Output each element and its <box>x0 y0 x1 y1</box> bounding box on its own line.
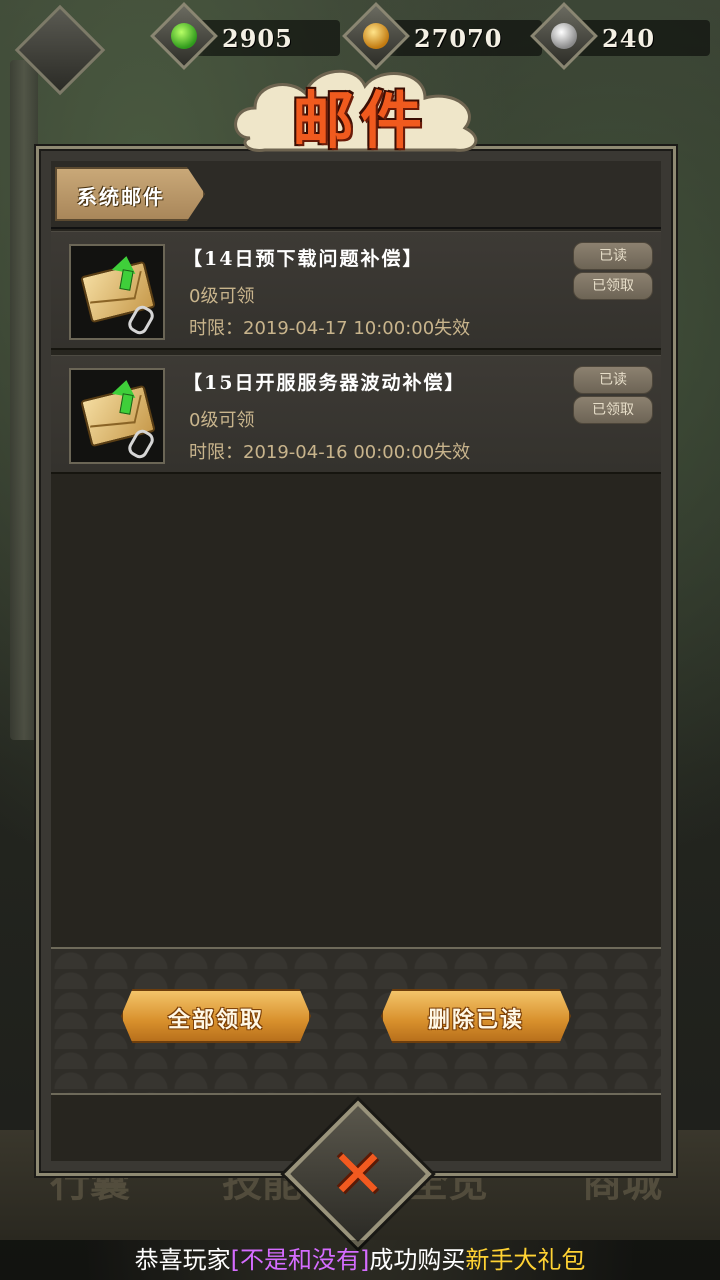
title-banner: 邮件 <box>230 58 490 158</box>
claimed-badge: 已领取 <box>573 272 653 300</box>
green-gem-value: 2905 <box>222 24 293 53</box>
delete-read-label: 删除已读 <box>427 1007 524 1033</box>
silver-coin-icon <box>551 23 577 49</box>
mail-expiry: 时限：2019-04-17 10:00:00失效 <box>189 318 471 339</box>
mail-window-body: 系统邮件 【14日预下载问题补偿】 0级可领 时限：2019-04-17 10:… <box>51 161 661 1161</box>
mail-icon-frame <box>69 368 165 464</box>
mail-item[interactable]: 【15日开服服务器波动补偿】 0级可领 时限：2019-04-16 00:00:… <box>51 355 661 474</box>
claim-all-button[interactable]: 全部领取 <box>121 989 311 1043</box>
mail-level: 0级可领 <box>189 410 255 431</box>
marquee-middle: 成功购买 <box>369 1246 466 1274</box>
green-gem-icon <box>171 23 197 49</box>
mail-window: 系统邮件 【14日预下载问题补偿】 0级可领 时限：2019-04-17 10:… <box>36 146 676 1176</box>
mail-item[interactable]: 【14日预下载问题补偿】 0级可领 时限：2019-04-17 10:00:00… <box>51 231 661 350</box>
mail-expiry: 时限：2019-04-16 00:00:00失效 <box>189 442 471 463</box>
close-icon[interactable]: ✕ <box>310 1135 406 1215</box>
read-badge: 已读 <box>573 366 653 394</box>
resource-gold-coin: 27070 <box>342 2 542 70</box>
delete-read-button[interactable]: 删除已读 <box>381 989 571 1043</box>
marquee-player: [不是和没有] <box>230 1246 370 1274</box>
claim-all-label: 全部领取 <box>167 1007 264 1033</box>
tab-system-mail[interactable]: 系统邮件 <box>55 167 205 221</box>
mail-footer: 全部领取 删除已读 <box>51 947 661 1095</box>
tab-bar: 系统邮件 <box>51 161 661 229</box>
mail-title: 【14日预下载问题补偿】 <box>183 248 424 270</box>
mail-icon-frame <box>69 244 165 340</box>
silver-coin-value: 240 <box>602 24 656 53</box>
tab-label: 系统邮件 <box>77 185 165 209</box>
read-badge: 已读 <box>573 242 653 270</box>
announcement-marquee: 恭喜玩家[不是和没有]成功购买新手大礼包 <box>0 1240 720 1280</box>
side-banner <box>10 60 38 740</box>
window-title: 邮件 <box>291 84 428 157</box>
marquee-item: 新手大礼包 <box>465 1246 586 1274</box>
mail-level: 0级可领 <box>189 286 255 307</box>
resource-silver-coin: 240 <box>530 2 710 70</box>
resource-green-gem: 2905 <box>150 2 340 70</box>
gold-coin-value: 27070 <box>414 24 503 53</box>
gold-coin-icon <box>363 23 389 49</box>
marquee-prefix: 恭喜玩家 <box>134 1246 231 1274</box>
mail-title: 【15日开服服务器波动补偿】 <box>183 372 466 394</box>
claimed-badge: 已领取 <box>573 396 653 424</box>
